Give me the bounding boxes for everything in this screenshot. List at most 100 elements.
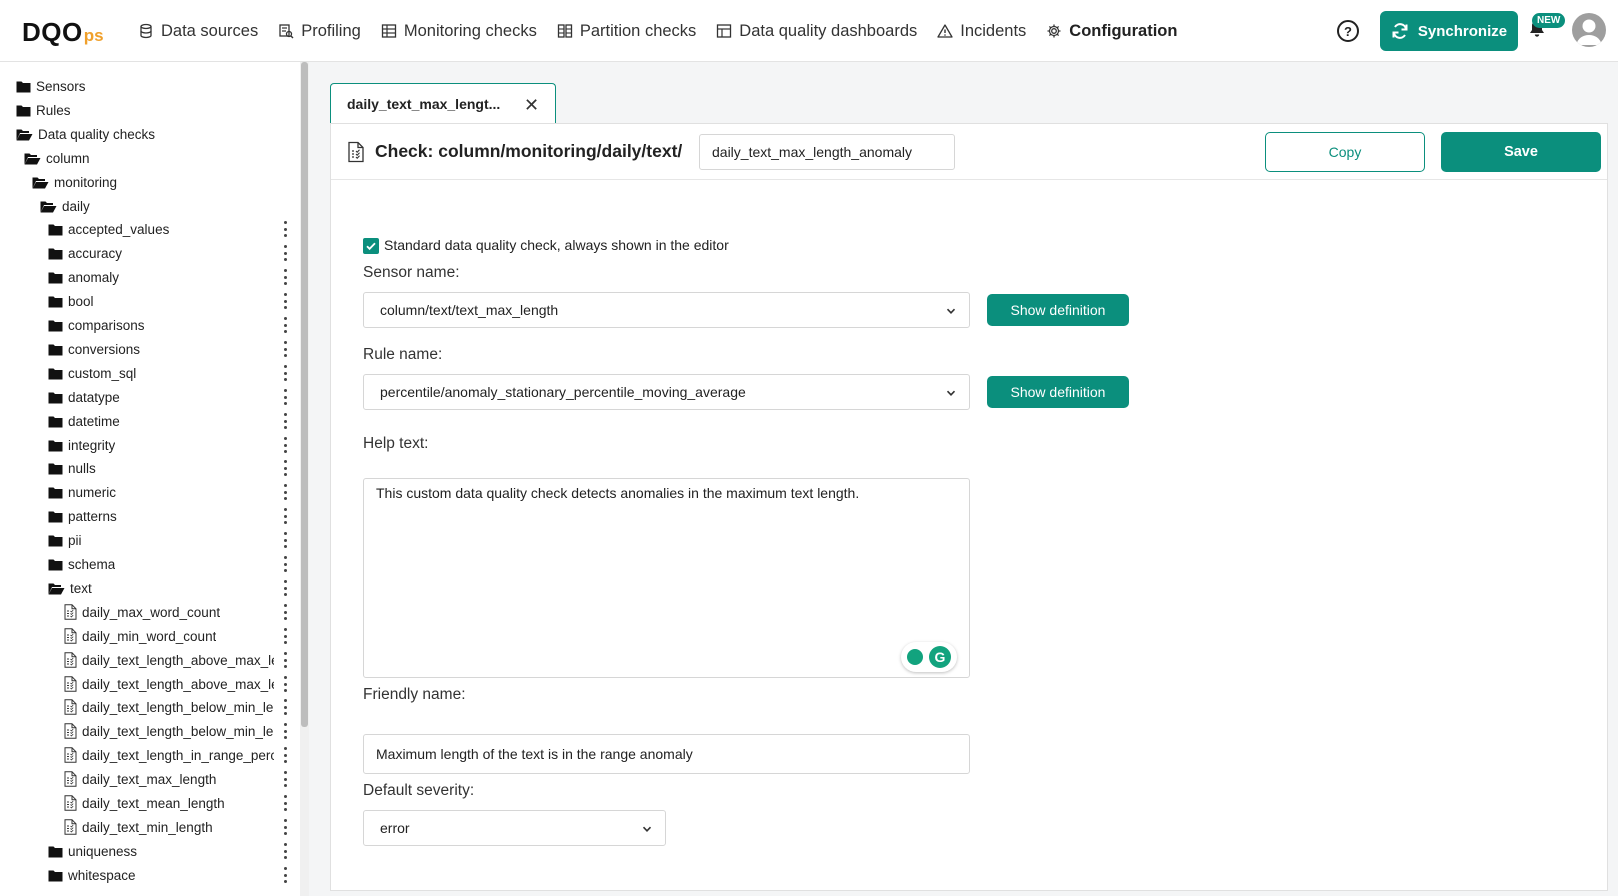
grammarly-icon[interactable]: G [929,646,951,668]
more-options-icon[interactable] [283,604,287,620]
nav-incidents[interactable]: Incidents [937,22,1026,41]
tree-item-check[interactable]: daily_max_word_count [64,601,274,623]
tree-item-daily[interactable]: daily [40,195,90,217]
tree-item-label: daily_text_mean_length [82,795,225,811]
more-options-icon[interactable] [283,365,287,381]
folder-icon [48,559,63,570]
tree-item-category[interactable]: conversions [48,338,140,360]
more-options-icon[interactable] [283,676,287,692]
standard-check-checkbox[interactable] [363,238,379,254]
tree-item-label: monitoring [54,174,118,190]
more-options-icon[interactable] [283,293,287,309]
tree-item-label: patterns [68,508,117,524]
more-options-icon[interactable] [283,699,287,715]
more-options-icon[interactable] [283,221,287,237]
lightbulb-icon[interactable] [907,649,923,665]
tree-item-category[interactable]: comparisons [48,314,145,336]
sensor-name-select[interactable]: column/text/text_max_length [363,292,970,328]
more-options-icon[interactable] [283,269,287,285]
nav-configuration[interactable]: Configuration [1046,22,1177,41]
nav-data-sources[interactable]: Data sources [138,22,258,41]
more-options-icon[interactable] [283,556,287,572]
tab-check-editor[interactable]: daily_text_max_lengt... ✕ [330,83,556,123]
tree-item-category[interactable]: integrity [48,434,115,456]
tree-item-category[interactable]: bool [48,290,94,312]
tree-item-check[interactable]: daily_text_length_above_max_ler [64,649,274,671]
more-options-icon[interactable] [283,747,287,763]
tree-item-label: accuracy [68,245,123,261]
tree-item-category[interactable]: accuracy [48,242,122,264]
tree-item-column[interactable]: column [24,147,90,169]
more-options-icon[interactable] [283,508,287,524]
more-options-icon[interactable] [283,867,287,883]
folder-icon [48,272,63,283]
tree-item-sensors[interactable]: Sensors [16,75,86,97]
tree-item-monitoring[interactable]: monitoring [32,171,117,193]
tree-item-category[interactable]: datetime [48,410,120,432]
more-options-icon[interactable] [283,413,287,429]
tree-item-data-quality-checks[interactable]: Data quality checks [16,123,155,145]
tree-item-text[interactable]: text [48,577,92,599]
tree-item-check[interactable]: daily_text_min_length [64,816,274,838]
more-options-icon[interactable] [283,389,287,405]
tree-item-category[interactable]: schema [48,553,115,575]
rule-name-select[interactable]: percentile/anomaly_stationary_percentile… [363,374,970,410]
tree-item-check[interactable]: daily_text_length_below_min_len [64,720,274,742]
tree-item-check[interactable]: daily_text_length_in_range_perce [64,744,274,766]
tree-item-check[interactable]: daily_text_length_above_max_ler [64,673,274,695]
tree-item-category[interactable]: uniqueness [48,840,137,862]
tree-item-category[interactable]: custom_sql [48,362,136,384]
more-options-icon[interactable] [283,652,287,668]
nav-partition-checks[interactable]: Partition checks [557,22,696,41]
synchronize-button[interactable]: Synchronize [1380,11,1518,51]
more-options-icon[interactable] [283,484,287,500]
grammar-assistant-widget[interactable]: G [901,642,957,672]
main-nav: Data sources Profiling Monitoring checks… [138,0,1197,62]
nav-data-quality-dashboards[interactable]: Data quality dashboards [716,22,917,41]
tree-item-rules[interactable]: Rules [16,99,71,121]
more-options-icon[interactable] [283,460,287,476]
tree-item-label: schema [68,556,116,572]
tree-item-check[interactable]: daily_text_mean_length [64,792,274,814]
dqops-logo[interactable]: DQO ps [22,16,104,46]
more-options-icon[interactable] [283,580,287,596]
more-options-icon[interactable] [283,532,287,548]
tree-item-check[interactable]: daily_text_max_length [64,768,274,790]
copy-button[interactable]: Copy [1265,132,1425,172]
tree-item-category[interactable]: numeric [48,481,116,503]
nav-profiling[interactable]: Profiling [278,22,361,41]
close-icon[interactable]: ✕ [524,95,539,116]
rule-show-definition-button[interactable]: Show definition [987,376,1129,408]
more-options-icon[interactable] [283,723,287,739]
help-button[interactable]: ? [1337,20,1359,42]
more-options-icon[interactable] [283,317,287,333]
nav-data-sources-label: Data sources [161,21,259,40]
user-avatar[interactable] [1572,13,1606,47]
tree-scrollbar[interactable] [300,62,309,896]
tree-item-category[interactable]: whitespace [48,864,136,886]
tree-item-check[interactable]: daily_min_word_count [64,625,274,647]
nav-monitoring-checks[interactable]: Monitoring checks [381,22,537,41]
more-options-icon[interactable] [283,843,287,859]
tree-item-category[interactable]: anomaly [48,266,119,288]
more-options-icon[interactable] [283,819,287,835]
more-options-icon[interactable] [283,795,287,811]
tree-item-category[interactable]: pii [48,529,82,551]
more-options-icon[interactable] [283,245,287,261]
tree-item-category[interactable]: nulls [48,457,96,479]
tree-item-category[interactable]: patterns [48,505,117,527]
friendly-name-input[interactable] [363,734,970,774]
default-severity-select[interactable]: error [363,810,666,846]
sensor-show-definition-button[interactable]: Show definition [987,294,1129,326]
tree-scrollbar-thumb[interactable] [301,62,308,727]
tree-item-category[interactable]: datatype [48,386,120,408]
more-options-icon[interactable] [283,771,287,787]
tree-item-check[interactable]: daily_text_length_below_min_len [64,696,274,718]
more-options-icon[interactable] [283,628,287,644]
check-name-input[interactable] [699,134,955,170]
more-options-icon[interactable] [283,437,287,453]
help-text-area[interactable]: This custom data quality check detects a… [363,478,970,678]
tree-item-category[interactable]: accepted_values [48,218,169,240]
save-button[interactable]: Save [1441,132,1601,172]
more-options-icon[interactable] [283,341,287,357]
